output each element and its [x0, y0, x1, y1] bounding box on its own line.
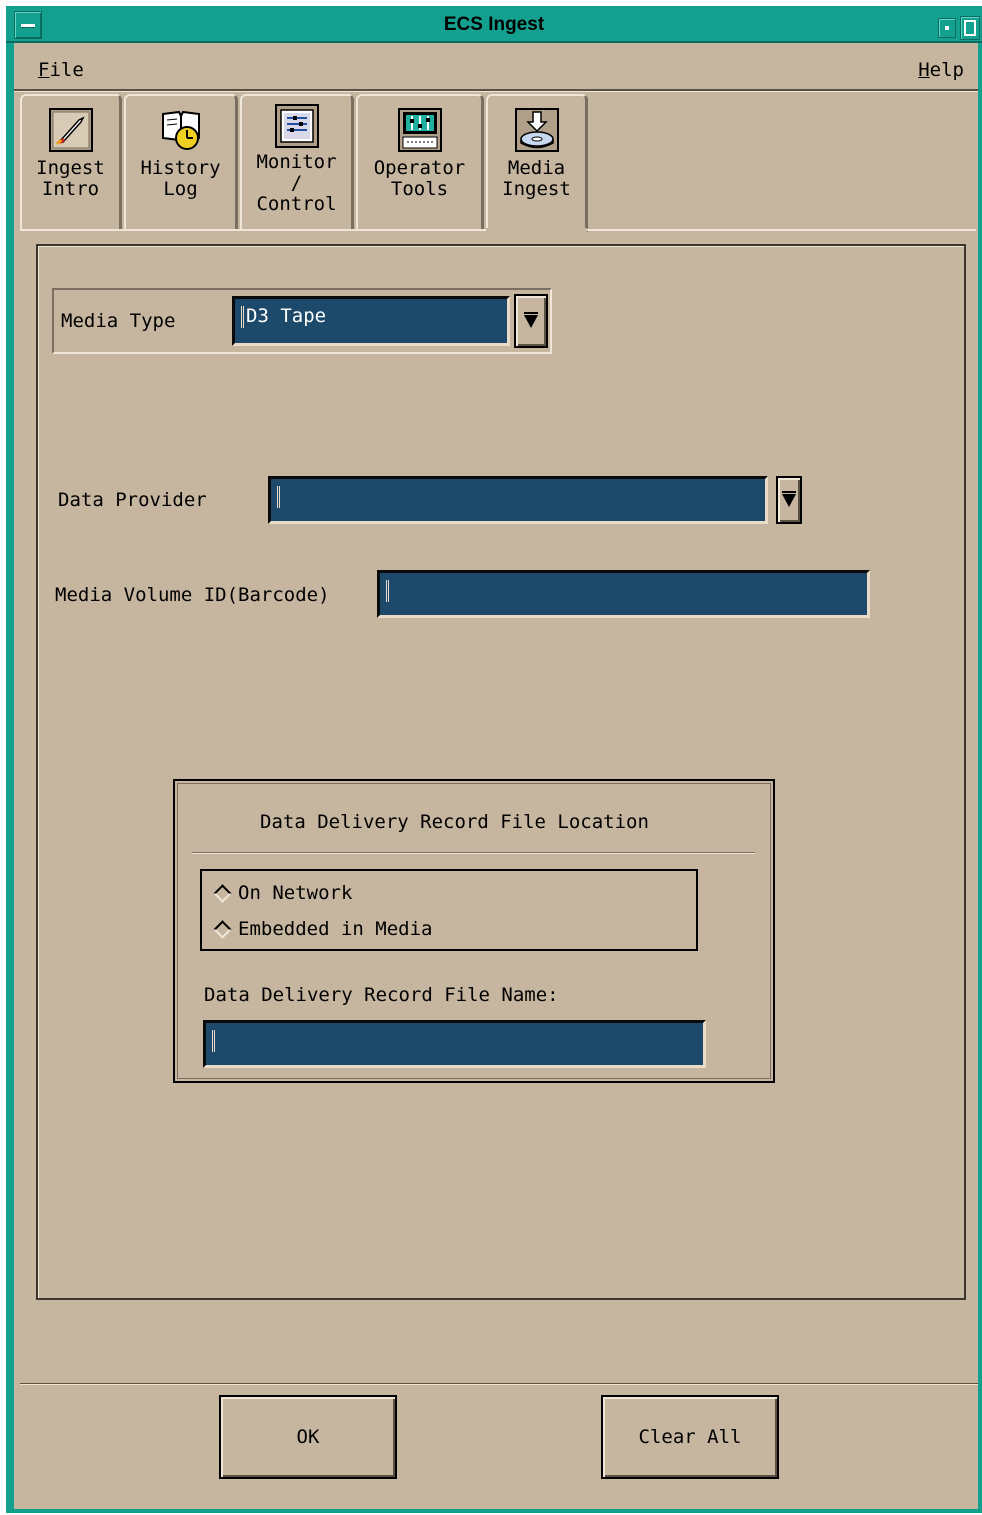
data-provider-field[interactable] [268, 476, 768, 524]
text-cursor [212, 1029, 215, 1052]
media-type-label: Media Type [61, 310, 176, 332]
radio-diamond-icon [213, 919, 232, 939]
text-cursor [386, 579, 389, 602]
radio-diamond-icon [213, 883, 232, 903]
tab-history-log[interactable]: History Log [124, 94, 238, 230]
ddr-file-name-field[interactable] [203, 1020, 706, 1068]
maximize-button[interactable] [960, 16, 980, 40]
tab-history-log-label: History Log [140, 157, 221, 200]
radio-embedded-in-media-label: Embedded in Media [238, 918, 433, 940]
clear-all-button[interactable]: Clear All [601, 1395, 779, 1479]
tab-media-ingest[interactable]: Media Ingest [486, 94, 588, 232]
active-tab-connector [486, 228, 587, 232]
ddr-location-title: Data Delivery Record File Location [260, 811, 649, 833]
radio-embedded-in-media[interactable]: Embedded in Media [213, 917, 433, 941]
data-provider-label: Data Provider [58, 489, 207, 511]
rocket-icon [48, 108, 93, 152]
data-provider-dropdown-button[interactable] [776, 476, 802, 524]
tab-monitor-control[interactable]: Monitor / Control [240, 94, 354, 230]
tab-ingest-intro-label: Ingest Intro [36, 157, 105, 200]
tab-media-ingest-label: Media Ingest [502, 157, 571, 200]
tab-monitor-control-label: Monitor / Control [256, 151, 337, 215]
media-type-value: D3 Tape [246, 305, 327, 327]
menu-file-label: ile [49, 59, 84, 81]
menu-file[interactable]: File [38, 59, 84, 81]
ddr-file-name-label: Data Delivery Record File Name: [204, 984, 559, 1006]
media-volume-id-field[interactable] [377, 570, 870, 618]
menu-bar: File Help [14, 45, 978, 91]
window-title: ECS Ingest [443, 14, 545, 35]
ok-button[interactable]: OK [219, 1395, 397, 1479]
ddr-separator [192, 852, 755, 854]
media-volume-id-label: Media Volume ID(Barcode) [55, 584, 330, 606]
tab-operator-tools[interactable]: Operator Tools [356, 94, 484, 230]
monitor-panel-icon [274, 104, 319, 148]
menu-help-label: elp [929, 59, 964, 81]
menu-help-mnemonic: H [918, 59, 930, 81]
media-type-field[interactable]: D3 Tape [232, 296, 510, 346]
minimize-button[interactable] [938, 18, 956, 38]
tab-operator-tools-label: Operator Tools [373, 157, 466, 200]
title-bar[interactable]: ECS Ingest [6, 6, 982, 43]
chevron-down-icon [524, 311, 538, 328]
text-cursor [277, 485, 280, 508]
bottom-separator [20, 1383, 978, 1385]
chevron-down-icon [782, 490, 796, 507]
media-ingest-panel [36, 244, 966, 1300]
media-type-dropdown-button[interactable] [514, 294, 548, 348]
tab-ingest-intro[interactable]: Ingest Intro [20, 94, 122, 230]
text-cursor [241, 305, 244, 328]
disk-download-icon [514, 108, 559, 152]
menu-help[interactable]: Help [918, 59, 964, 81]
book-clock-icon [161, 110, 200, 150]
tools-icon [397, 108, 442, 152]
radio-on-network[interactable]: On Network [213, 881, 353, 905]
menu-file-mnemonic: F [38, 59, 50, 81]
radio-on-network-label: On Network [238, 882, 353, 904]
